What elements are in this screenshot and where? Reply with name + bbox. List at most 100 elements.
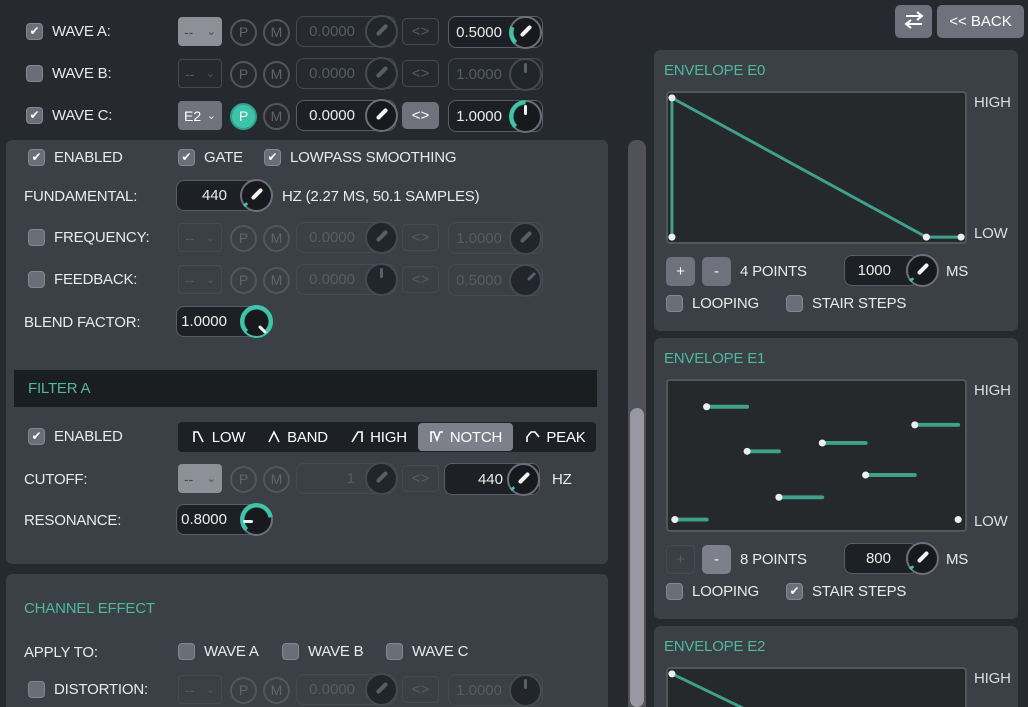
apply-wave-b-checkbox[interactable] <box>282 643 299 660</box>
back-button[interactable]: << BACK <box>937 5 1024 38</box>
wave-b-checkbox[interactable] <box>26 65 43 82</box>
apply-wave-c-label: WAVE C <box>412 642 468 661</box>
wave-b-source-value: -- <box>185 66 194 82</box>
lowpass-smoothing-label: LOWPASS SMOOTHING <box>290 148 456 167</box>
wave-b-mult-mod-button[interactable]: M <box>263 61 290 88</box>
feedback-mult-mod-button[interactable]: M <box>263 267 290 294</box>
envelope-e1-ms-unit: MS <box>946 550 968 569</box>
frequency-source-dropdown[interactable]: -- ⌄ <box>178 223 222 252</box>
apply-wave-a-checkbox[interactable] <box>178 643 195 660</box>
envelope-e0-graph[interactable] <box>666 91 967 244</box>
envelope-e0-title: ENVELOPE E0 <box>664 61 765 80</box>
frequency-label: FREQUENCY: <box>54 228 150 247</box>
envelope-e1-graph[interactable] <box>666 379 967 532</box>
bandpass-icon <box>266 429 282 445</box>
envelope-e1-remove-point-button[interactable]: - <box>702 545 731 574</box>
wave-b-phase-mod-button[interactable]: P <box>230 61 257 88</box>
filter-type-low[interactable]: LOW <box>183 424 253 450</box>
envelope-e0-add-point-button[interactable]: + <box>666 257 695 286</box>
envelope-e1-looping-label: LOOPING <box>692 582 759 601</box>
feedback-bipolar-button[interactable]: <> <box>402 266 439 293</box>
feedback-phase-mod-button[interactable]: P <box>230 267 257 294</box>
envelope-e1-points-count: 8 POINTS <box>740 550 807 569</box>
wave-a-source-value: -- <box>184 24 193 40</box>
distortion-phase-knob[interactable] <box>365 673 398 706</box>
feedback-level-knob[interactable] <box>509 264 542 297</box>
distortion-bipolar-button[interactable]: <> <box>402 676 439 703</box>
wave-a-checkbox[interactable]: ✔ <box>26 23 43 40</box>
filter-type-peak-label: PEAK <box>546 429 585 446</box>
filter-type-high[interactable]: HIGH <box>341 424 415 450</box>
distortion-phase-mod-button[interactable]: P <box>230 677 257 704</box>
frequency-checkbox[interactable] <box>28 229 45 246</box>
wave-a-phase-knob[interactable] <box>365 15 398 48</box>
filter-type-notch[interactable]: NOTCH <box>418 423 513 451</box>
wave-c-checkbox[interactable]: ✔ <box>26 107 43 124</box>
frequency-phase-knob[interactable] <box>365 221 398 254</box>
distortion-level-knob[interactable] <box>509 674 542 707</box>
lowpass-smoothing-checkbox[interactable]: ✔ <box>264 149 281 166</box>
gate-checkbox[interactable]: ✔ <box>178 149 195 166</box>
envelope-e1-add-point-button[interactable]: + <box>666 545 695 574</box>
wave-a-bipolar-button[interactable]: <> <box>402 18 439 45</box>
envelope-e0-stairs-checkbox[interactable] <box>786 295 803 312</box>
envelope-e0-remove-point-button[interactable]: - <box>702 257 731 286</box>
swap-button[interactable] <box>895 5 932 38</box>
envelope-e1-looping-checkbox[interactable] <box>666 583 683 600</box>
wave-c-phase-knob[interactable] <box>365 99 398 132</box>
filter-type-band[interactable]: BAND <box>256 424 338 450</box>
wave-a-phase-mod-button[interactable]: P <box>230 19 257 46</box>
distortion-source-dropdown[interactable]: -- ⌄ <box>178 675 222 704</box>
wave-c-bipolar-button[interactable]: <> <box>402 102 439 129</box>
cutoff-phase-mod-button[interactable]: P <box>230 466 257 493</box>
highpass-icon <box>349 429 365 445</box>
feedback-phase-knob[interactable] <box>365 263 398 296</box>
envelope-e1-stairs-checkbox[interactable]: ✔ <box>786 583 803 600</box>
wave-b-level-knob[interactable] <box>509 58 542 91</box>
lowpass-icon <box>191 429 207 445</box>
filter-enabled-checkbox[interactable]: ✔ <box>28 428 45 445</box>
wave-c-source-dropdown[interactable]: E2 ⌄ <box>178 101 222 130</box>
frequency-level-knob[interactable] <box>509 222 542 255</box>
cutoff-label: CUTOFF: <box>24 470 87 489</box>
wave-a-mult-mod-button[interactable]: M <box>263 19 290 46</box>
cutoff-mod-knob[interactable] <box>365 462 398 495</box>
feedback-checkbox[interactable] <box>28 271 45 288</box>
frequency-phase-mod-button[interactable]: P <box>230 225 257 252</box>
distortion-checkbox[interactable] <box>28 681 45 698</box>
blend-factor-knob[interactable] <box>240 305 273 338</box>
swap-icon <box>904 11 924 33</box>
envelope-e0-ms-knob[interactable] <box>906 254 939 287</box>
chevron-down-icon: ⌄ <box>206 233 215 243</box>
chevron-down-icon: ⌄ <box>207 27 216 37</box>
envelope-e1-ms-knob[interactable] <box>906 542 939 575</box>
envelope-e2-graph[interactable] <box>666 667 967 707</box>
feedback-source-dropdown[interactable]: -- ⌄ <box>178 265 222 294</box>
wave-b-source-dropdown[interactable]: -- ⌄ <box>178 59 222 88</box>
cutoff-bipolar-button[interactable]: <> <box>402 465 439 492</box>
cutoff-source-dropdown[interactable]: -- ⌄ <box>178 464 222 493</box>
wave-c-level-knob[interactable] <box>509 100 542 133</box>
distortion-mult-mod-button[interactable]: M <box>263 677 290 704</box>
apply-wave-c-checkbox[interactable] <box>386 643 403 660</box>
filter-type-peak[interactable]: PEAK <box>516 424 595 450</box>
apply-to-label: APPLY TO: <box>24 643 98 662</box>
cutoff-value-knob[interactable] <box>507 463 540 496</box>
wave-b-bipolar-button[interactable]: <> <box>402 60 439 87</box>
fundamental-knob[interactable] <box>240 179 273 212</box>
envelope-e0-looping-checkbox[interactable] <box>666 295 683 312</box>
frequency-mult-mod-button[interactable]: M <box>263 225 290 252</box>
back-button-label: << BACK <box>949 13 1012 30</box>
wave-a-level-knob[interactable] <box>509 16 542 49</box>
wave-a-source-dropdown[interactable]: -- ⌄ <box>178 17 222 46</box>
channel-enabled-checkbox[interactable]: ✔ <box>28 149 45 166</box>
frequency-bipolar-button[interactable]: <> <box>402 224 439 251</box>
resonance-knob[interactable] <box>240 503 273 536</box>
resonance-label: RESONANCE: <box>24 511 121 530</box>
cutoff-mult-mod-button[interactable]: M <box>263 466 290 493</box>
wave-c-mult-mod-button[interactable]: M <box>263 103 290 130</box>
wave-b-phase-knob[interactable] <box>365 57 398 90</box>
scrollbar-thumb[interactable] <box>630 408 644 707</box>
wave-c-phase-mod-button[interactable]: P <box>230 103 257 130</box>
synth-editor: << BACK ✔ WAVE A: -- ⌄ P M 0.0000 <> 0.5… <box>0 0 1028 707</box>
